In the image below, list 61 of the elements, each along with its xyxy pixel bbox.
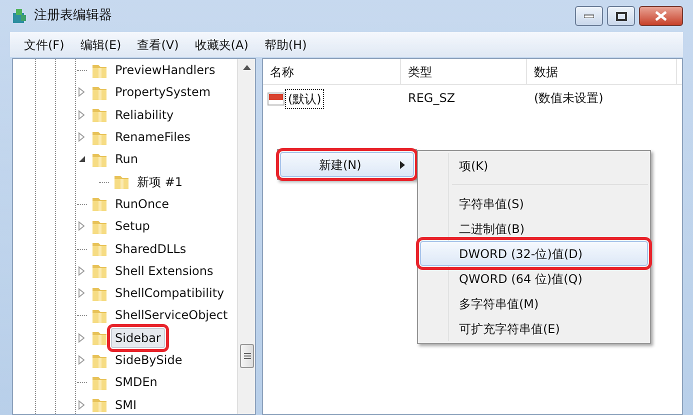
expand-icon[interactable] xyxy=(77,87,87,98)
tree-item[interactable]: ShellServiceObject xyxy=(111,305,232,326)
tree-item[interactable]: RunOnce xyxy=(111,194,174,214)
scroll-thumb[interactable] xyxy=(240,344,254,368)
menu-item[interactable]: 字符串值(S) xyxy=(420,191,648,216)
menu-item[interactable]: 二进制值(B) xyxy=(420,216,648,241)
expand-icon[interactable] xyxy=(77,288,87,298)
maximize-button[interactable] xyxy=(607,6,635,26)
string-value-icon xyxy=(267,91,285,107)
menu-item[interactable]: 编辑(E) xyxy=(72,34,130,56)
menu-item[interactable]: 可扩充字符串值(E) xyxy=(420,316,648,341)
tree-item[interactable]: SharedDLLs xyxy=(111,238,190,259)
tree-item[interactable]: PreviewHandlers xyxy=(111,60,220,80)
column-header[interactable]: 名称 xyxy=(263,59,401,84)
expand-icon[interactable] xyxy=(77,266,87,276)
column-header[interactable]: 类型 xyxy=(401,59,527,84)
minimize-icon xyxy=(584,14,594,18)
tree-item[interactable]: ShellCompatibility xyxy=(111,283,228,304)
menu-item[interactable]: 帮助(H) xyxy=(256,34,315,56)
folder-icon xyxy=(91,240,108,258)
maximize-icon xyxy=(616,12,626,20)
window-title: 注册表编辑器 xyxy=(34,7,112,26)
collapse-icon[interactable] xyxy=(77,154,87,164)
tree-item[interactable]: SideBySide xyxy=(111,350,186,370)
table-cell-text: (数值未设置) xyxy=(533,90,604,107)
folder-icon xyxy=(91,262,108,280)
table-cell-text: REG_SZ xyxy=(407,90,456,107)
expand-icon[interactable] xyxy=(77,400,87,410)
tree-item[interactable]: 新项 #1 xyxy=(133,172,187,192)
folder-icon xyxy=(91,195,108,212)
expand-icon[interactable] xyxy=(77,132,87,142)
tree-item[interactable]: Reliability xyxy=(111,104,178,125)
expand-icon[interactable] xyxy=(77,332,87,343)
close-icon xyxy=(655,11,667,21)
close-button[interactable] xyxy=(639,6,683,26)
menu-item[interactable]: 项(K) xyxy=(420,153,648,178)
folder-icon xyxy=(91,329,108,346)
menu-item[interactable]: 文件(F) xyxy=(16,34,72,56)
tree-item[interactable]: PropertySystem xyxy=(111,82,215,102)
folder-icon xyxy=(91,106,108,124)
folder-icon xyxy=(113,173,130,190)
expand-icon[interactable] xyxy=(77,110,87,120)
tree-item[interactable]: SMDEn xyxy=(111,372,162,392)
table-cell: (默认) xyxy=(285,89,324,109)
expand-icon[interactable] xyxy=(77,355,87,365)
tree-item[interactable]: Run xyxy=(111,149,142,170)
tree-item[interactable]: Setup xyxy=(111,216,154,236)
folder-icon xyxy=(91,396,108,414)
scrollbar[interactable] xyxy=(237,59,255,414)
minimize-button[interactable] xyxy=(575,6,603,26)
menu-item[interactable]: 查看(V) xyxy=(129,34,187,56)
registry-icon xyxy=(10,7,28,25)
tree-item[interactable]: SMI xyxy=(111,394,141,414)
menu-item[interactable]: 多字符串值(M) xyxy=(420,291,648,316)
expand-icon[interactable] xyxy=(77,221,87,232)
menu-item[interactable]: 收藏夹(A) xyxy=(186,34,256,56)
tree-item[interactable]: Shell Extensions xyxy=(111,260,218,281)
tree-item[interactable]: RenameFiles xyxy=(111,127,195,148)
column-header[interactable]: 数据 xyxy=(527,59,677,84)
scroll-up-icon[interactable] xyxy=(243,65,251,70)
menu-item[interactable]: QWORD (64 位)值(Q) xyxy=(420,266,648,291)
